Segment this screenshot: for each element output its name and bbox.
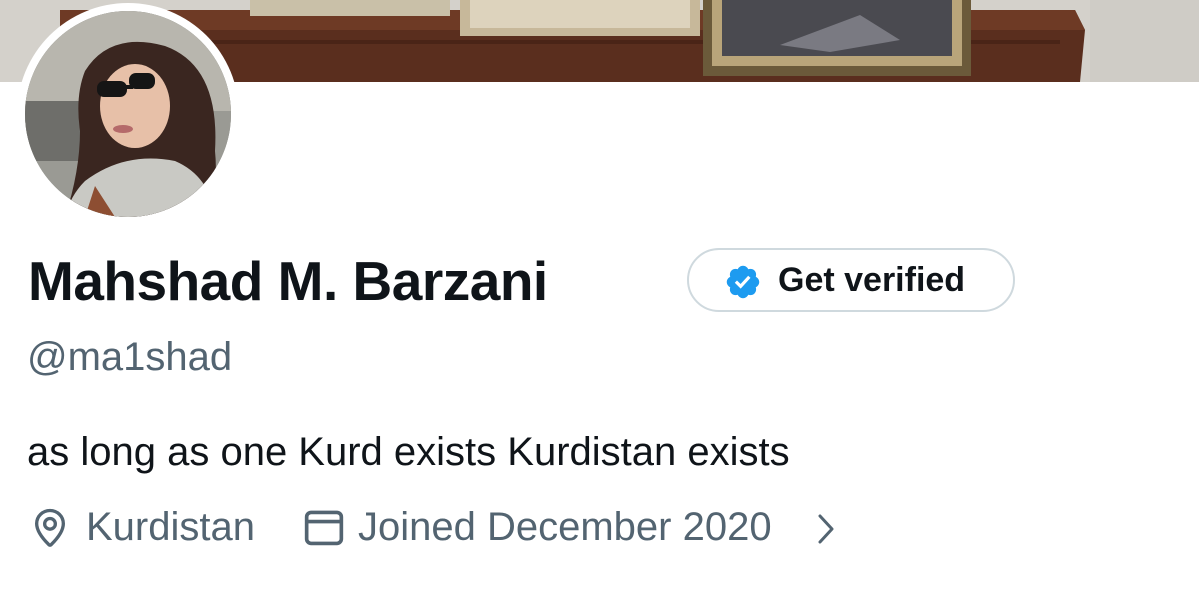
get-verified-label: Get verified — [778, 261, 966, 299]
avatar[interactable] — [25, 11, 231, 217]
profile-location: Kurdistan — [86, 505, 255, 549]
get-verified-button[interactable]: Get verified — [687, 248, 1015, 312]
joined-date: Joined December 2020 — [358, 505, 772, 549]
location-pin-icon — [34, 508, 66, 547]
user-handle: @ma1shad — [27, 335, 233, 379]
verified-badge-icon — [726, 265, 760, 299]
profile-bio: as long as one Kurd exists Kurdistan exi… — [27, 430, 790, 474]
avatar-photo — [25, 11, 231, 217]
chevron-right-icon[interactable] — [814, 512, 838, 546]
calendar-icon — [304, 510, 344, 546]
display-name: Mahshad M. Barzani — [28, 250, 548, 312]
joined-date-link[interactable]: Joined December 2020 — [358, 503, 772, 551]
